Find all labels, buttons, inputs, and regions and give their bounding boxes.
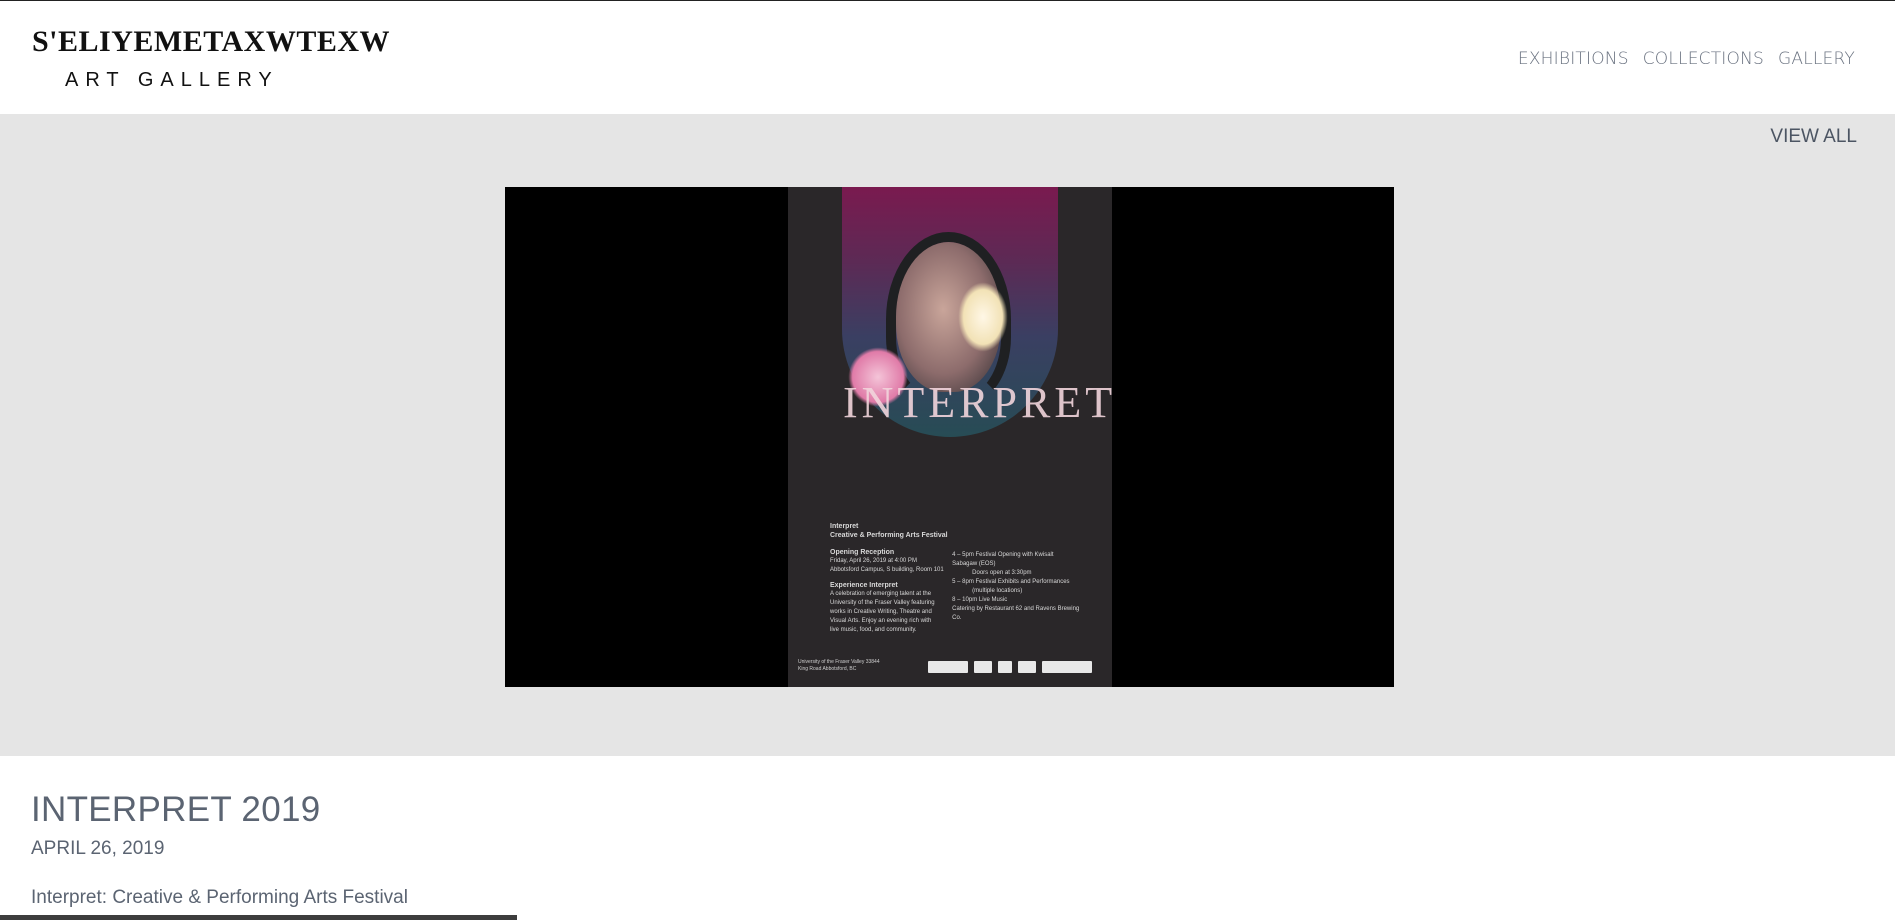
gallery-logo[interactable]: S'ELIYEMETAXWTEXW ART GALLERY xyxy=(32,25,390,95)
exhibition-title: INTERPRET 2019 xyxy=(31,790,321,829)
poster-schedule-item: 4 – 5pm Festival Opening with Kwisalt Sa… xyxy=(952,552,1054,567)
sponsor-logo-icon xyxy=(928,661,968,673)
nav-collections[interactable]: COLLECTIONS xyxy=(1643,49,1764,69)
exhibition-description: Interpret: Creative & Performing Arts Fe… xyxy=(31,887,408,908)
poster-schedule-item: 8 – 10pm Live Music xyxy=(952,597,1008,603)
view-all-link[interactable]: VIEW ALL xyxy=(1770,126,1857,148)
poster-schedule-item: Doors open at 3:30pm xyxy=(972,570,1032,576)
poster-subheading: Creative & Performing Arts Festival xyxy=(830,532,948,539)
nav-gallery[interactable]: GALLERY xyxy=(1778,49,1855,69)
nav-exhibitions[interactable]: EXHIBITIONS xyxy=(1518,49,1629,69)
poster-heading: Interpret xyxy=(830,523,859,530)
poster-title-art: INTERPRET xyxy=(843,378,1112,427)
logo-subtitle: ART GALLERY xyxy=(65,69,279,91)
main-nav: EXHIBITIONS COLLECTIONS GALLERY xyxy=(1518,49,1855,69)
scroll-progress-fill xyxy=(0,915,518,920)
poster-schedule-item: Catering by Restaurant 62 and Ravens Bre… xyxy=(952,606,1080,621)
exhibition-date: APRIL 26, 2019 xyxy=(31,838,165,859)
sponsor-logo-icon xyxy=(1042,661,1092,673)
sponsor-logo-icon xyxy=(1018,661,1036,673)
white-lotus-icon xyxy=(958,282,1008,352)
sponsor-logo-icon xyxy=(998,661,1012,673)
poster-schedule-item: (multiple locations) xyxy=(972,588,1023,594)
poster-text-block: Interpret Creative & Performing Arts Fes… xyxy=(830,522,1080,635)
image-gallery-band: VIEW ALL INTERPRET Interpret Creative & … xyxy=(0,114,1895,756)
event-poster: INTERPRET Interpret Creative & Performin… xyxy=(788,187,1112,687)
image-viewer[interactable]: INTERPRET Interpret Creative & Performin… xyxy=(505,187,1394,687)
poster-schedule-item: 5 – 8pm Festival Exhibits and Performanc… xyxy=(952,579,1070,585)
sponsor-logos xyxy=(928,659,1098,675)
poster-experience-text: A celebration of emerging talent at the … xyxy=(830,591,935,633)
page: S'ELIYEMETAXWTEXW ART GALLERY EXHIBITION… xyxy=(0,0,1895,920)
poster-experience-label: Experience Interpret xyxy=(830,582,898,589)
poster-footer: University of the Fraser Valley 33844 Ki… xyxy=(798,659,880,672)
sponsor-logo-icon xyxy=(974,661,992,673)
logo-name: S'ELIYEMETAXWTEXW xyxy=(32,25,391,58)
site-header: S'ELIYEMETAXWTEXW ART GALLERY EXHIBITION… xyxy=(0,0,1895,114)
scroll-progress-bar xyxy=(0,915,1895,920)
